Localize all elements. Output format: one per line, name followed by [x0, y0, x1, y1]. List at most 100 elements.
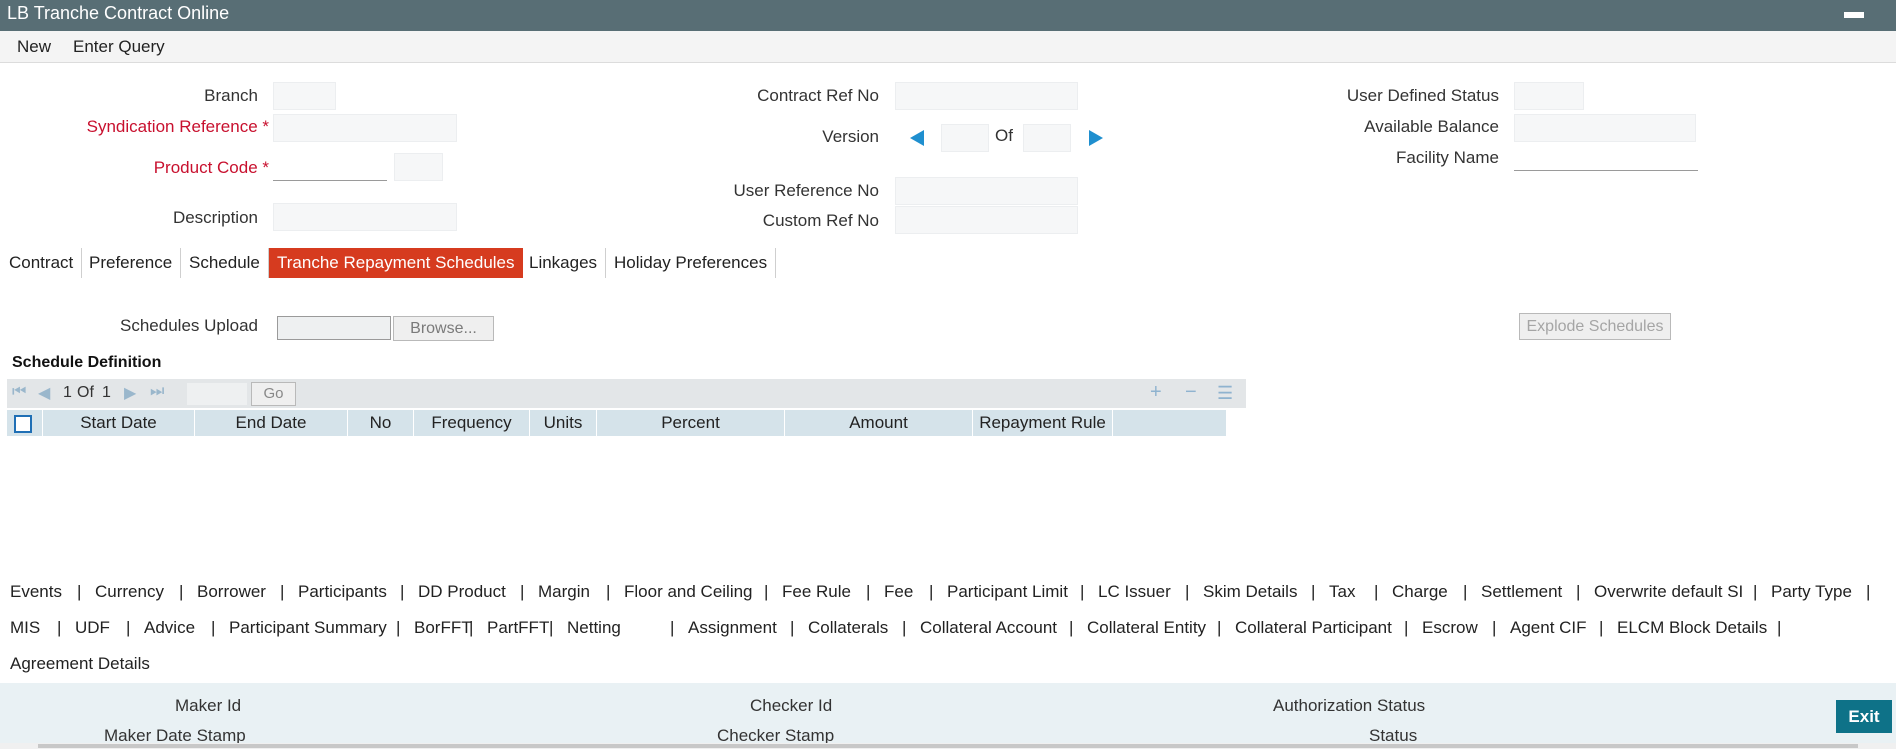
version-next-icon[interactable] — [1089, 130, 1103, 146]
syndication-reference-field[interactable] — [273, 114, 457, 142]
link-separator: | — [211, 618, 216, 637]
tab-tranche-repayment-schedules[interactable]: Tranche Repayment Schedules — [269, 248, 523, 278]
link-collateral-entity[interactable]: Collateral Entity — [1087, 618, 1206, 638]
tab-holiday-preferences[interactable]: Holiday Preferences — [606, 248, 777, 278]
product-code-desc-field[interactable] — [394, 153, 443, 181]
tab-preference[interactable]: Preference — [81, 248, 182, 278]
add-row-icon[interactable]: + — [1150, 381, 1162, 404]
browse-button[interactable]: Browse... — [393, 316, 494, 341]
version-of-label: Of — [995, 126, 1013, 145]
facility-name-field[interactable] — [1514, 143, 1698, 171]
schedule-definition-title: Schedule Definition — [12, 354, 162, 371]
next-page-icon[interactable]: ▶ — [124, 383, 136, 403]
explode-schedules-button[interactable]: Explode Schedules — [1519, 313, 1671, 340]
schedules-upload-field[interactable] — [277, 316, 391, 340]
column-start-date[interactable]: Start Date — [43, 410, 195, 436]
exit-button[interactable]: Exit — [1836, 700, 1892, 733]
link-fee-rule[interactable]: Fee Rule — [782, 582, 851, 602]
link-currency[interactable]: Currency — [95, 582, 164, 602]
link-udf[interactable]: UDF — [75, 618, 110, 638]
go-button[interactable]: Go — [251, 382, 296, 406]
grid-toolbar: ⏮ ◀ 1 Of 1 ▶ ⏭ Go + − ☰ — [7, 379, 1246, 408]
branch-field[interactable] — [273, 82, 336, 110]
enter-query-button[interactable]: Enter Query — [73, 37, 165, 57]
link-margin[interactable]: Margin — [538, 582, 590, 602]
minimize-icon[interactable]: ▬ — [1844, 1, 1864, 24]
link-fee[interactable]: Fee — [884, 582, 913, 602]
column-end-date[interactable]: End Date — [195, 410, 348, 436]
column-repayment-rule[interactable]: Repayment Rule — [973, 410, 1113, 436]
link-participants[interactable]: Participants — [298, 582, 387, 602]
tab-schedule[interactable]: Schedule — [181, 248, 269, 278]
version-field[interactable] — [941, 124, 989, 152]
single-view-icon[interactable]: ☰ — [1217, 383, 1233, 404]
link-separator: | — [1576, 582, 1581, 601]
link-floor-and-ceiling[interactable]: Floor and Ceiling — [624, 582, 753, 602]
link-tax[interactable]: Tax — [1329, 582, 1355, 602]
link-agreement-details[interactable]: Agreement Details — [10, 654, 150, 674]
first-page-icon[interactable]: ⏮ — [12, 383, 26, 401]
link-collateral-participant[interactable]: Collateral Participant — [1235, 618, 1392, 638]
link-separator: | — [77, 582, 82, 601]
tab-contract[interactable]: Contract — [1, 248, 83, 278]
link-settlement[interactable]: Settlement — [1481, 582, 1562, 602]
branch-label: Branch — [204, 86, 258, 105]
link-events[interactable]: Events — [10, 582, 62, 602]
user-reference-field[interactable] — [895, 177, 1078, 205]
page-number-input[interactable] — [187, 383, 247, 405]
link-separator: | — [1311, 582, 1316, 601]
link-agent-cif[interactable]: Agent CIF — [1510, 618, 1587, 638]
link-mis[interactable]: MIS — [10, 618, 40, 638]
contract-ref-label: Contract Ref No — [757, 86, 879, 105]
link-separator: | — [520, 582, 525, 601]
link-borrower[interactable]: Borrower — [197, 582, 266, 602]
link-separator: | — [1080, 582, 1085, 601]
link-borfft[interactable]: BorFFT — [414, 618, 472, 638]
link-overwrite-default-si[interactable]: Overwrite default SI — [1594, 582, 1743, 602]
column-percent[interactable]: Percent — [597, 410, 785, 436]
link-party-type[interactable]: Party Type — [1771, 582, 1852, 602]
syndication-reference-label: Syndication Reference * — [86, 117, 269, 136]
link-elcm-block-details[interactable]: ELCM Block Details — [1617, 618, 1767, 638]
description-field[interactable] — [273, 203, 457, 231]
link-skim-details[interactable]: Skim Details — [1203, 582, 1297, 602]
column-no[interactable]: No — [348, 410, 414, 436]
link-collaterals[interactable]: Collaterals — [808, 618, 888, 638]
link-separator: | — [469, 618, 474, 637]
checker-id-label: Checker Id — [750, 696, 833, 715]
new-button[interactable]: New — [17, 37, 51, 57]
contract-ref-field[interactable] — [895, 82, 1078, 110]
link-separator: | — [1185, 582, 1190, 601]
available-balance-field[interactable] — [1514, 114, 1696, 142]
link-advice[interactable]: Advice — [144, 618, 195, 638]
tab-linkages[interactable]: Linkages — [521, 248, 607, 278]
version-prev-icon[interactable] — [910, 130, 924, 146]
last-page-icon[interactable]: ⏭ — [150, 383, 164, 401]
version-total-field[interactable] — [1023, 124, 1071, 152]
column-frequency[interactable]: Frequency — [414, 410, 530, 436]
column-amount[interactable]: Amount — [785, 410, 973, 436]
link-participant-limit[interactable]: Participant Limit — [947, 582, 1068, 602]
link-dd-product[interactable]: DD Product — [418, 582, 506, 602]
link-netting[interactable]: Netting — [567, 618, 621, 638]
link-partfft[interactable]: PartFFT — [487, 618, 549, 638]
delete-row-icon[interactable]: − — [1185, 381, 1197, 404]
scrollbar-thumb[interactable] — [38, 744, 1858, 748]
link-charge[interactable]: Charge — [1392, 582, 1448, 602]
column-units[interactable]: Units — [530, 410, 597, 436]
horizontal-scrollbar[interactable] — [0, 743, 1896, 749]
link-separator: | — [1599, 618, 1604, 637]
select-all-checkbox[interactable] — [14, 415, 32, 433]
schedules-upload-label: Schedules Upload — [120, 316, 258, 335]
link-escrow[interactable]: Escrow — [1422, 618, 1478, 638]
custom-ref-field[interactable] — [895, 206, 1078, 234]
link-collateral-account[interactable]: Collateral Account — [920, 618, 1057, 638]
product-code-field[interactable] — [273, 153, 387, 181]
link-assignment[interactable]: Assignment — [688, 618, 777, 638]
version-label: Version — [822, 127, 879, 146]
link-lc-issuer[interactable]: LC Issuer — [1098, 582, 1171, 602]
available-balance-label: Available Balance — [1364, 117, 1499, 136]
user-defined-status-field[interactable] — [1514, 82, 1584, 110]
link-participant-summary[interactable]: Participant Summary — [229, 618, 387, 638]
prev-page-icon[interactable]: ◀ — [38, 383, 50, 403]
